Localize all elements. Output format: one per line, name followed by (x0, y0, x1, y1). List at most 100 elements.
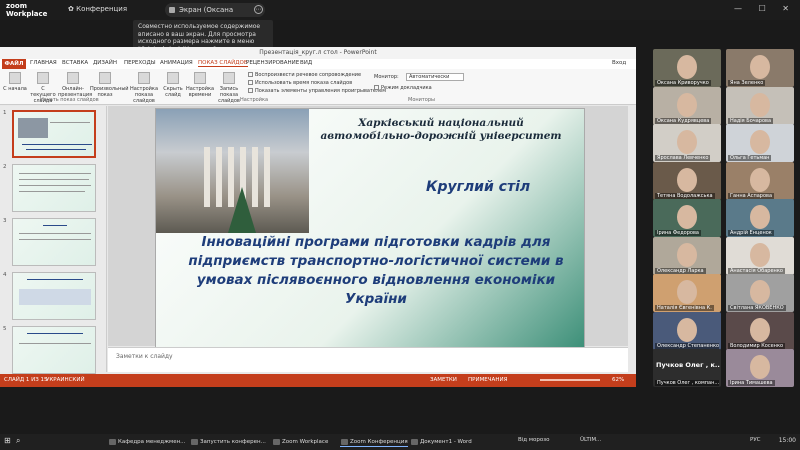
participant-tile[interactable]: Світлана ЯКОВЕНКО (726, 274, 794, 312)
participant-name: Пучков Олег , компан... (655, 380, 719, 386)
participant-tile[interactable]: Ярослава Левченко (653, 124, 721, 162)
current-slide[interactable]: Харківський національний автомобільно-до… (155, 108, 585, 350)
slide-thumbnail-2[interactable] (12, 164, 96, 212)
tab-review[interactable]: РЕЦЕНЗИРОВАНИЕ (246, 60, 299, 66)
language-indicator[interactable]: УКРАИНСКИЙ (46, 374, 85, 387)
setup-icon (138, 72, 150, 84)
group-setup-label: Настройка (240, 97, 269, 103)
ppt-status-bar: СЛАЙД 1 ИЗ 15 УКРАИНСКИЙ ЗАМЕТКИ ПРИМЕЧА… (0, 374, 636, 387)
rehearse-timings-button[interactable]: Настройка времени (186, 72, 214, 98)
online-icon (67, 72, 79, 84)
tab-transitions[interactable]: ПЕРЕХОДЫ (124, 60, 156, 66)
monitor-label: Монитор: (374, 74, 399, 80)
participant-video (677, 205, 697, 229)
participant-video (750, 242, 770, 267)
christmas-tree-image (228, 187, 256, 233)
thumb-number: 4 (3, 272, 7, 278)
participant-video (677, 55, 697, 79)
participant-tile[interactable]: Володимир Косенко (726, 311, 794, 350)
slide-thumbnail-4[interactable] (12, 272, 96, 320)
round-table-heading: Круглий стіл (426, 179, 531, 195)
tab-view[interactable]: ВИД (300, 60, 312, 66)
custom-show-button[interactable]: Произвольный показ (90, 72, 129, 98)
tab-design[interactable]: ДИЗАЙН (93, 60, 117, 66)
participant-name: Ольга Гетьман (728, 155, 772, 161)
participant-name: Ірина Тимашева (728, 380, 775, 386)
tab-animation[interactable]: АНИМАЦИЯ (160, 60, 193, 66)
participant-video (677, 167, 697, 192)
notes-button[interactable]: ЗАМЕТКИ (430, 374, 457, 387)
participant-tile[interactable]: Андрій Енценок (726, 199, 794, 237)
participant-tile[interactable]: Ірина Федорова (653, 199, 721, 237)
tab-insert[interactable]: ВСТАВКА (62, 60, 88, 66)
taskbar-item[interactable]: Запустить конферен... (190, 437, 266, 447)
participant-tile[interactable]: Оксана Кудрявцева (653, 86, 721, 125)
presenter-view-checkbox[interactable]: Режим докладчика (374, 85, 432, 91)
language-tray[interactable]: РУС (750, 437, 761, 443)
participant-tile[interactable]: Наталія Євгенівна К. (653, 274, 721, 312)
slide-thumbnail-1[interactable] (12, 110, 96, 158)
window-controls[interactable]: — ☐ ✕ (734, 4, 796, 13)
tab-home[interactable]: ГЛАВНАЯ (30, 60, 57, 66)
screen-share-indicator[interactable]: Экран (Оксана Криворучко) (165, 3, 265, 28)
comments-button[interactable]: ПРИМЕЧАНИЯ (468, 374, 507, 387)
participant-tile[interactable]: Ольга Гетьман (726, 124, 794, 162)
participant-name: Ірина Федорова (655, 230, 701, 236)
participant-tile[interactable]: Олександр Ларка (653, 236, 721, 275)
thumb-number: 2 (3, 164, 7, 170)
participant-tile[interactable]: Пучков Олег , к... Пучков Олег , компан..… (653, 349, 721, 387)
thumb-number: 1 (3, 110, 7, 116)
slide-thumbnail-3[interactable] (12, 218, 96, 266)
participant-name-large: Пучков Олег , к... (656, 361, 720, 369)
hide-slide-button[interactable]: Скрыть слайд (160, 72, 186, 98)
participant-name: Надія Бочарова (728, 117, 774, 124)
conference-menu-button[interactable]: ✿ Конференция (68, 5, 127, 13)
tray-app[interactable]: ÜLTIM... (580, 437, 601, 443)
search-icon[interactable]: ⌕ (16, 436, 20, 446)
participant-name: Оксана Кудрявцева (655, 117, 712, 124)
zoom-slider[interactable] (540, 379, 600, 381)
participant-video (750, 167, 770, 192)
taskbar-item[interactable]: Zoom Конференция (340, 437, 408, 447)
powerpoint-window: Презентація_круг.л стол - PowerPoint ФАЙ… (0, 47, 636, 387)
participant-name: Світлана ЯКОВЕНКО (728, 305, 786, 311)
participant-tile[interactable]: Олександр Степаненко (653, 311, 721, 350)
participant-tile[interactable]: Яна Зеленко (726, 49, 794, 87)
media-controls-checkbox[interactable]: Показать элементы управления проигрывате… (248, 88, 386, 94)
participant-tile[interactable]: Ганна Аспарова (726, 161, 794, 200)
participant-tile[interactable]: Оксана Криворучко (653, 49, 721, 87)
share-screen-icon (169, 7, 175, 13)
tab-file[interactable]: ФАЙЛ (2, 59, 26, 69)
timings-checkbox[interactable]: Использовать время показа слайдов (248, 80, 352, 86)
zoom-top-bar: zoom Workplace ✿ Конференция Экран (Окса… (0, 0, 800, 28)
slide-notes-field[interactable]: Заметки к слайду (108, 347, 628, 372)
participant-tile[interactable]: Анастасія Обаренко (726, 236, 794, 275)
ppt-title-bar: Презентація_круг.л стол - PowerPoint (0, 47, 636, 59)
participant-name: Ярослава Левченко (655, 155, 711, 161)
sign-in-link[interactable]: Вход (612, 60, 626, 66)
windows-start-icon[interactable]: ⊞ (4, 436, 11, 445)
tab-slideshow[interactable]: ПОКАЗ СЛАЙДОВ (198, 60, 248, 67)
slide-main-title: Інноваційні програми підготовки кадрів д… (188, 234, 564, 307)
slide-thumbnails-pane: 1 2 3 4 5 (0, 106, 107, 374)
taskbar-item[interactable]: Zoom Workplace (272, 437, 328, 447)
participant-name: Ганна Аспарова (728, 192, 775, 199)
more-options-icon[interactable]: ⋯ (254, 5, 263, 14)
participant-video (750, 92, 770, 117)
zoom-percent[interactable]: 62% (612, 374, 624, 387)
weather-widget[interactable]: Від морозо (518, 437, 550, 443)
participant-tile[interactable]: Надія Бочарова (726, 86, 794, 125)
present-online-button[interactable]: Онлайн-презентация (58, 72, 92, 98)
start-from-beginning-button[interactable]: С начала (2, 72, 28, 92)
participant-name: Яна Зеленко (728, 80, 766, 86)
taskbar-item[interactable]: Документ1 - Word (410, 437, 472, 447)
taskbar-item[interactable]: Кафедра менеджмен... (108, 437, 185, 447)
participant-tile[interactable]: Ірина Тимашева (726, 349, 794, 387)
current-slide-icon (37, 72, 49, 84)
slide-thumbnail-5[interactable] (12, 326, 96, 374)
setup-slideshow-button[interactable]: Настройка показа слайдов (128, 72, 160, 104)
participant-video (750, 355, 770, 379)
participant-tile[interactable]: Тетяна Водолажська (653, 161, 721, 200)
narrations-checkbox[interactable]: Воспроизвести речевое сопровождение (248, 72, 361, 78)
monitor-select[interactable]: Автоматически (406, 73, 464, 81)
